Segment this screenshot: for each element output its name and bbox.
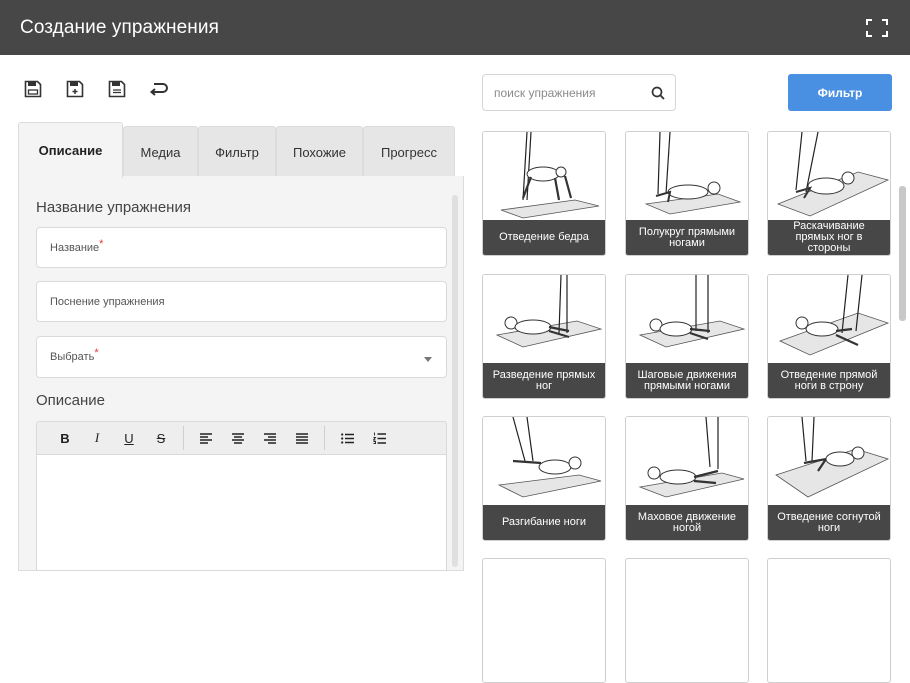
exercise-search <box>482 74 676 111</box>
save-as-button[interactable] <box>106 79 128 99</box>
align-left-button[interactable] <box>190 427 222 449</box>
tab-description[interactable]: Описание <box>18 122 123 178</box>
grid-scrollbar[interactable] <box>899 186 906 321</box>
category-select[interactable]: Выбрать * <box>36 336 447 378</box>
fullscreen-icon[interactable] <box>866 19 888 37</box>
explanation-field-placeholder: Поснение упражнения <box>50 295 165 308</box>
exercise-caption: Разведение прямых ног <box>483 363 605 398</box>
search-icon[interactable] <box>651 86 665 100</box>
exercise-caption: Раскачивание прямых ног в стороны <box>768 220 890 255</box>
underline-button[interactable]: U <box>113 427 145 449</box>
toolbar-divider <box>324 426 325 450</box>
panel-scrollbar[interactable] <box>452 195 458 567</box>
exercise-caption: Отведение бедра <box>483 220 605 255</box>
exercise-caption: Разгибание ноги <box>483 505 605 540</box>
undo-button[interactable] <box>148 79 170 99</box>
exercise-card[interactable]: Разгибание ноги <box>482 416 606 541</box>
tab-filter[interactable]: Фильтр <box>198 126 276 177</box>
numbered-list-icon <box>372 432 386 444</box>
window-title: Создание упражнения <box>20 16 219 38</box>
bold-button[interactable]: B <box>49 427 81 449</box>
exercise-image <box>626 275 748 363</box>
save-button[interactable] <box>22 79 44 99</box>
save-as-icon <box>108 80 126 98</box>
editor-toolbar <box>22 79 170 99</box>
align-left-icon <box>200 432 212 444</box>
strikethrough-button[interactable]: S <box>145 427 177 449</box>
exercise-card[interactable]: Отведение прямой ноги в строну <box>767 274 891 399</box>
name-field[interactable]: Название * <box>36 227 447 268</box>
description-heading: Описание <box>36 392 106 409</box>
exercise-card[interactable] <box>767 558 891 683</box>
exercise-card[interactable]: Раскачивание прямых ног в стороны <box>767 131 891 256</box>
tab-media[interactable]: Медиа <box>123 126 198 177</box>
explanation-field[interactable]: Поснение упражнения <box>36 281 447 322</box>
tab-progress[interactable]: Прогресс <box>363 126 455 177</box>
rich-text-toolbar: B I U S <box>36 421 447 455</box>
save-add-button[interactable] <box>64 79 86 99</box>
bullet-list-button[interactable] <box>331 427 363 449</box>
select-placeholder: Выбрать <box>50 351 95 363</box>
italic-button[interactable]: I <box>81 427 113 449</box>
search-input[interactable] <box>483 75 643 110</box>
exercise-caption: Отведение согнутой ноги <box>768 505 890 540</box>
exercise-card[interactable]: Разведение прямых ног <box>482 274 606 399</box>
exercise-card[interactable]: Отведение согнутой ноги <box>767 416 891 541</box>
tab-bar: Описание Медиа Фильтр Похожие Прогресс <box>18 122 455 178</box>
toolbar-divider <box>183 426 184 450</box>
required-mark: * <box>94 347 99 359</box>
exercise-image <box>768 132 890 220</box>
exercise-card[interactable] <box>625 558 749 683</box>
align-center-icon <box>232 432 244 444</box>
tab-similar[interactable]: Похожие <box>276 126 363 177</box>
exercise-card[interactable]: Полукруг прямыми ногами <box>625 131 749 256</box>
align-justify-button[interactable] <box>286 427 318 449</box>
exercise-name-heading: Название упражнения <box>36 199 191 216</box>
exercise-image <box>768 275 890 363</box>
exercise-caption: Полукруг прямыми ногами <box>626 220 748 255</box>
exercise-caption: Отведение прямой ноги в строну <box>768 363 890 398</box>
save-add-icon <box>66 80 84 98</box>
exercise-image <box>483 275 605 363</box>
exercise-caption: Шаговые движения прямыми ногами <box>626 363 748 398</box>
filter-button[interactable]: Фильтр <box>788 74 892 111</box>
numbered-list-button[interactable] <box>363 427 395 449</box>
chevron-down-icon <box>424 357 432 362</box>
align-center-button[interactable] <box>222 427 254 449</box>
exercise-image <box>483 132 605 220</box>
exercise-card[interactable]: Отведение бедра <box>482 131 606 256</box>
exercise-caption: Маховое движение ногой <box>626 505 748 540</box>
save-icon <box>24 80 42 98</box>
exercise-card[interactable]: Маховое движение ногой <box>625 416 749 541</box>
title-bar: Создание упражнения <box>0 0 910 55</box>
bullet-list-icon <box>340 432 354 444</box>
exercise-image <box>768 417 890 505</box>
exercise-card[interactable]: Шаговые движения прямыми ногами <box>625 274 749 399</box>
name-field-placeholder: Название <box>50 241 100 254</box>
align-right-icon <box>264 432 276 444</box>
exercise-image <box>626 417 748 505</box>
exercise-image <box>626 132 748 220</box>
undo-icon <box>149 83 168 96</box>
align-justify-icon <box>296 432 308 444</box>
align-right-button[interactable] <box>254 427 286 449</box>
exercise-card[interactable] <box>482 558 606 683</box>
required-mark: * <box>99 237 104 250</box>
exercise-image <box>483 417 605 505</box>
description-editor[interactable] <box>36 455 447 571</box>
